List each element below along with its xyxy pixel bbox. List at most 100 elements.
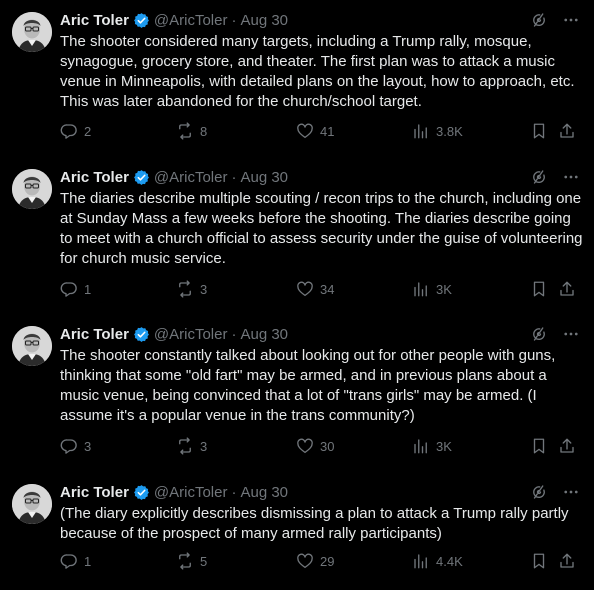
repost-button[interactable]: 5 — [176, 552, 207, 570]
action-bar: 3 3 30 3K — [60, 437, 580, 457]
more-icon[interactable] — [562, 168, 580, 191]
views-button[interactable]: 3K — [412, 280, 452, 298]
action-bar: 2 8 41 3.8K — [60, 122, 580, 142]
grok-icon[interactable] — [530, 168, 548, 191]
reply-icon — [60, 282, 77, 297]
views-button[interactable]: 3.8K — [412, 122, 463, 140]
like-icon — [297, 553, 313, 569]
author-name[interactable]: Aric Toler — [60, 484, 129, 501]
share-icon — [560, 553, 574, 568]
post-tools — [530, 483, 580, 506]
reply-button[interactable]: 1 — [60, 280, 91, 298]
reply-count: 3 — [84, 438, 92, 454]
reply-icon — [60, 124, 77, 139]
post-header: Aric Toler @AricToler · Aug 30 — [60, 324, 288, 344]
reply-button[interactable]: 3 — [60, 437, 91, 455]
views-icon — [414, 439, 427, 454]
views-count: 4.4K — [436, 553, 463, 569]
share-button[interactable] — [558, 122, 576, 140]
post-text: The shooter constantly talked about look… — [60, 347, 556, 424]
post-date[interactable]: Aug 30 — [240, 12, 288, 29]
views-button[interactable]: 4.4K — [412, 552, 463, 570]
author-handle[interactable]: @AricToler — [154, 484, 228, 501]
grok-icon[interactable] — [530, 11, 548, 34]
views-icon — [414, 124, 427, 139]
verified-badge-icon — [133, 169, 150, 186]
share-icon — [560, 123, 574, 138]
post-date[interactable]: Aug 30 — [240, 326, 288, 343]
reply-button[interactable]: 2 — [60, 122, 91, 140]
action-bar: 1 5 29 4.4K — [60, 552, 580, 572]
like-button[interactable]: 30 — [296, 437, 334, 455]
reply-icon — [60, 554, 77, 569]
like-count: 29 — [320, 553, 335, 569]
post-header: Aric Toler @AricToler · Aug 30 — [60, 10, 288, 30]
post-text: (The diary explicitly describes dismissi… — [60, 505, 569, 542]
views-icon — [414, 282, 427, 297]
repost-count: 3 — [200, 438, 208, 454]
repost-count: 8 — [200, 123, 208, 139]
post-date[interactable]: Aug 30 — [240, 484, 288, 501]
avatar[interactable] — [12, 484, 52, 524]
author-handle[interactable]: @AricToler — [154, 326, 228, 343]
grok-icon[interactable] — [530, 483, 548, 506]
repost-count: 3 — [200, 281, 208, 297]
like-count: 30 — [320, 438, 335, 454]
bookmark-button[interactable] — [530, 122, 548, 140]
separator-dot: · — [231, 483, 237, 501]
avatar[interactable] — [12, 169, 52, 209]
bookmark-icon — [533, 123, 545, 139]
repost-icon — [179, 552, 191, 570]
more-icon[interactable] — [562, 325, 580, 348]
reply-icon — [60, 439, 77, 454]
author-name[interactable]: Aric Toler — [60, 326, 129, 343]
views-icon — [414, 554, 427, 569]
share-button[interactable] — [558, 552, 576, 570]
post-tools — [530, 168, 580, 191]
verified-badge-icon — [133, 12, 150, 29]
author-handle[interactable]: @AricToler — [154, 169, 228, 186]
share-icon — [560, 281, 574, 296]
like-icon — [297, 281, 313, 297]
bookmark-button[interactable] — [530, 552, 548, 570]
post-date[interactable]: Aug 30 — [240, 169, 288, 186]
repost-button[interactable]: 3 — [176, 437, 207, 455]
repost-icon — [179, 122, 191, 140]
like-button[interactable]: 41 — [296, 122, 334, 140]
reply-count: 2 — [84, 123, 92, 139]
share-icon — [560, 438, 574, 453]
share-button[interactable] — [558, 280, 576, 298]
like-count: 41 — [320, 123, 335, 139]
reply-button[interactable]: 1 — [60, 552, 91, 570]
share-button[interactable] — [558, 437, 576, 455]
avatar[interactable] — [12, 12, 52, 52]
author-name[interactable]: Aric Toler — [60, 169, 129, 186]
action-bar: 1 3 34 3K — [60, 280, 580, 300]
verified-badge-icon — [133, 326, 150, 343]
repost-button[interactable]: 3 — [176, 280, 207, 298]
bookmark-icon — [533, 553, 545, 569]
like-button[interactable]: 34 — [296, 280, 334, 298]
bookmark-button[interactable] — [530, 280, 548, 298]
repost-count: 5 — [200, 553, 208, 569]
author-handle[interactable]: @AricToler — [154, 12, 228, 29]
bookmark-button[interactable] — [530, 437, 548, 455]
views-count: 3K — [436, 438, 452, 454]
separator-dot: · — [231, 325, 237, 343]
views-count: 3K — [436, 281, 452, 297]
separator-dot: · — [231, 11, 237, 29]
more-icon[interactable] — [562, 11, 580, 34]
author-name[interactable]: Aric Toler — [60, 12, 129, 29]
reply-count: 1 — [84, 553, 92, 569]
repost-button[interactable]: 8 — [176, 122, 207, 140]
more-icon[interactable] — [562, 483, 580, 506]
avatar[interactable] — [12, 326, 52, 366]
views-count: 3.8K — [436, 123, 463, 139]
like-icon — [297, 123, 313, 139]
separator-dot: · — [231, 168, 237, 186]
like-button[interactable]: 29 — [296, 552, 334, 570]
post-header: Aric Toler @AricToler · Aug 30 — [60, 482, 288, 502]
views-button[interactable]: 3K — [412, 437, 452, 455]
grok-icon[interactable] — [530, 325, 548, 348]
like-count: 34 — [320, 281, 335, 297]
